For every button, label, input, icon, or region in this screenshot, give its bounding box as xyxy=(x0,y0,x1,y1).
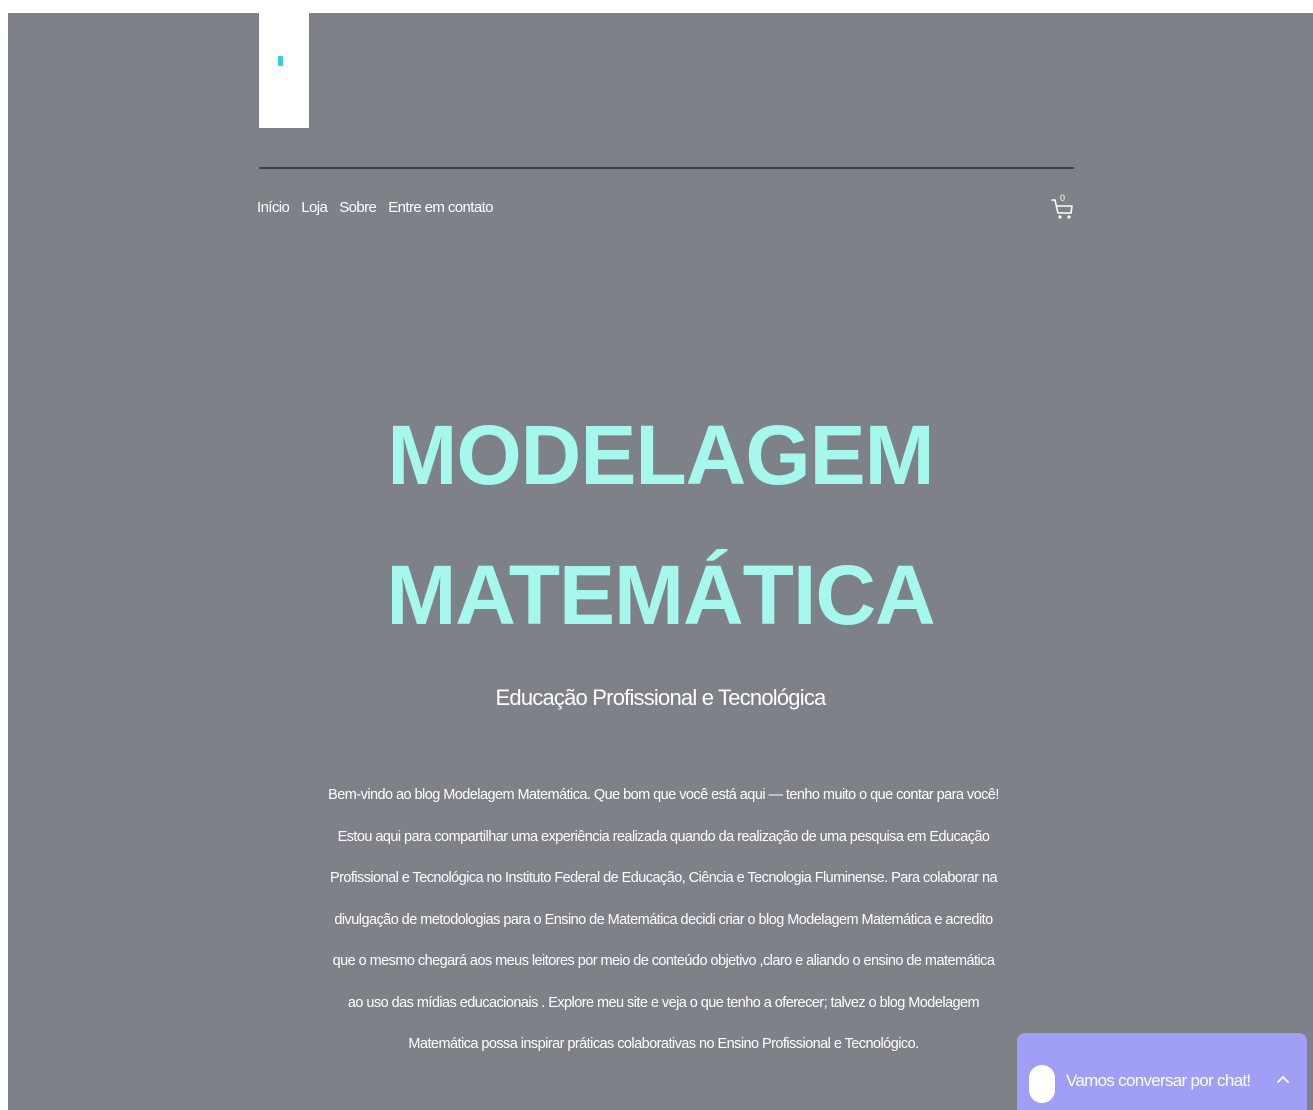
nav-item-contato[interactable]: Entre em contato xyxy=(388,199,493,216)
nav-item-sobre[interactable]: Sobre xyxy=(339,199,377,216)
nav-item-loja[interactable]: Loja xyxy=(301,199,328,216)
page-background: Início Loja Sobre Entre em contato 0 MOD… xyxy=(8,13,1313,1110)
page-subtitle: Educação Profissional e Tecnológica xyxy=(495,685,827,710)
chat-label: Vamos conversar por chat! xyxy=(1066,1071,1251,1090)
logo-mark-icon xyxy=(278,56,283,66)
main-nav: Início Loja Sobre Entre em contato xyxy=(257,199,494,216)
cart-button[interactable]: 0 xyxy=(1051,193,1075,221)
title-line-2: MATEMÁTICA xyxy=(386,548,935,642)
chevron-up-icon xyxy=(1277,1076,1289,1083)
site-logo[interactable] xyxy=(259,13,309,128)
header-divider xyxy=(259,167,1074,169)
title-line-1: MODELAGEM xyxy=(387,408,934,502)
cart-count: 0 xyxy=(1060,193,1066,203)
intro-paragraph: Bem-vindo ao blog Modelagem Matemática. … xyxy=(328,787,999,1052)
nav-item-inicio[interactable]: Início xyxy=(257,199,290,216)
chat-avatar-icon xyxy=(1029,1065,1055,1103)
page-title: MODELAGEM MATEMÁTICA xyxy=(8,385,1313,665)
chat-widget-button[interactable]: Vamos conversar por chat! xyxy=(1017,1033,1307,1110)
